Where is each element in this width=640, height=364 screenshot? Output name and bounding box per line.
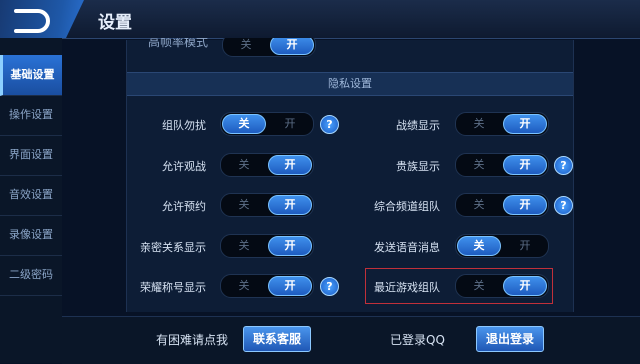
top-bar: 设置 (0, 0, 640, 39)
toggle-intimacy-display[interactable]: 关 开 (220, 234, 314, 258)
sidebar-item-secondary-password[interactable]: 二级密码 (0, 255, 62, 296)
toggle-allow-spectate[interactable]: 关 开 (220, 153, 314, 177)
privacy-section-header: 隐私设置 (127, 72, 573, 96)
contact-support-button[interactable]: 联系客服 (243, 326, 312, 352)
sidebar-item-basic-settings[interactable]: 基础设置 (0, 55, 62, 96)
toggle-record-display[interactable]: 关 开 (455, 112, 549, 136)
setting-label-general-channel-team: 综合频道组队 (374, 200, 440, 213)
back-button[interactable] (0, 0, 84, 38)
toggle-recent-game-team[interactable]: 关 开 (455, 274, 549, 298)
setting-label-team-dnd: 组队勿扰 (162, 119, 206, 132)
toggle-noble-display[interactable]: 关 开 (455, 153, 549, 177)
help-icon[interactable]: ? (554, 156, 573, 175)
toggle-general-channel-team[interactable]: 关 开 (455, 193, 549, 217)
sidebar-item-sound-settings[interactable]: 音效设置 (0, 175, 62, 216)
footer-bar (62, 316, 640, 364)
toggle-voice-message[interactable]: 关 开 (455, 234, 549, 258)
setting-label-noble-display: 贵族显示 (396, 160, 440, 173)
logout-button[interactable]: 退出登录 (476, 326, 545, 352)
setting-label-honor-title: 荣耀称号显示 (140, 281, 206, 294)
setting-label-allow-spectate: 允许观战 (162, 160, 206, 173)
toggle-allow-reservation[interactable]: 关 开 (220, 193, 314, 217)
back-icon (14, 9, 50, 33)
help-text: 有困难请点我 (156, 333, 229, 347)
help-icon[interactable]: ? (554, 196, 573, 215)
sidebar-item-control-settings[interactable]: 操作设置 (0, 95, 62, 136)
sidebar-item-replay-settings[interactable]: 录像设置 (0, 215, 62, 256)
toggle-honor-title[interactable]: 关 开 (220, 274, 314, 298)
sidebar-item-interface-settings[interactable]: 界面设置 (0, 135, 62, 176)
setting-label-intimacy-display: 亲密关系显示 (140, 241, 206, 254)
page-title: 设置 (98, 13, 132, 33)
setting-label-allow-reservation: 允许预约 (162, 200, 206, 213)
login-status: 已登录QQ (390, 333, 445, 347)
setting-label-record-display: 战绩显示 (396, 119, 440, 132)
setting-label-voice-message: 发送语音消息 (374, 241, 440, 254)
toggle-team-dnd[interactable]: 关 开 (220, 112, 314, 136)
